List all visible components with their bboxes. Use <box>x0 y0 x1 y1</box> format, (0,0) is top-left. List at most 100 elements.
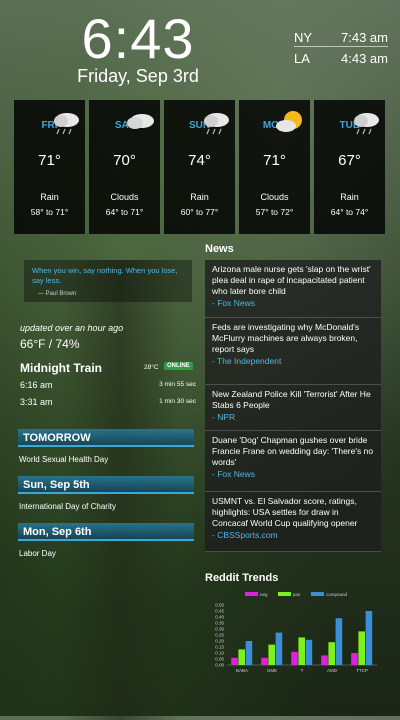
train-duration: 3 min 55 sec <box>159 381 196 388</box>
forecast-day: TUE 67° Rain 64° to 74° <box>314 100 385 234</box>
bar-pos <box>328 642 335 665</box>
y-tick-label: 0.30 <box>215 627 224 632</box>
x-tick-label: GME <box>267 668 277 673</box>
y-tick-label: 0.15 <box>215 645 224 650</box>
train-duration: 1 min 30 sec <box>159 398 196 405</box>
event-text: World Sexual Health Day <box>19 455 109 464</box>
forecast-condition: Rain <box>190 192 209 202</box>
forecast-range: 64° to 74° <box>330 207 369 217</box>
forecast-temp: 74° <box>188 152 211 169</box>
news-headline[interactable]: New Zealand Police Kill 'Terrorist' Afte… <box>212 389 374 411</box>
y-tick-label: 0.00 <box>215 663 224 668</box>
bar-pos <box>358 631 365 665</box>
y-tick-label: 0.05 <box>215 657 224 662</box>
legend-label: pos <box>293 592 301 597</box>
news-source[interactable]: - CBSSports.com <box>212 530 374 540</box>
forecast-range: 64° to 71° <box>105 207 144 217</box>
quote-card: When you win, say nothing. When you lose… <box>24 260 192 302</box>
event-heading: Sun, Sep 5th <box>18 476 194 494</box>
indoor-updated: updated over an hour ago <box>20 323 124 333</box>
news-title: News <box>205 243 234 255</box>
reddit-trends-chart: neg pos compound0.500.450.400.350.300.250.… <box>215 592 377 673</box>
news-item[interactable]: New Zealand Police Kill 'Terrorist' Afte… <box>205 385 381 431</box>
clock-time: 6:43 <box>81 7 195 70</box>
y-tick-label: 0.35 <box>215 621 224 626</box>
x-tick-label: TTCP <box>356 668 368 673</box>
train-temp: 28°C <box>144 364 159 371</box>
news-item[interactable]: USMNT vs. El Salvador score, ratings, hi… <box>205 492 381 552</box>
forecast-condition: Clouds <box>260 192 289 202</box>
y-tick-label: 0.25 <box>215 633 224 638</box>
status-badge: ONLINE <box>164 362 193 370</box>
bar-neg <box>261 657 268 665</box>
legend-swatch <box>311 592 324 596</box>
y-tick-label: 0.45 <box>215 609 224 614</box>
world-clock-city: NY <box>294 30 313 45</box>
bar-pos <box>268 644 275 665</box>
forecast-day: FRI 71° Rain 58° to 71° <box>14 100 85 234</box>
cloud-icon <box>127 114 154 129</box>
bar-compound <box>245 641 253 665</box>
forecast-condition: Clouds <box>110 192 139 202</box>
legend-label: neg <box>260 592 268 597</box>
forecast-temp: 71° <box>263 152 286 169</box>
news-headline[interactable]: USMNT vs. El Salvador score, ratings, hi… <box>212 496 374 529</box>
x-tick-label: AMD <box>327 668 338 673</box>
bar-pos <box>298 637 305 665</box>
forecast-temp: 70° <box>113 152 136 169</box>
y-tick-label: 0.10 <box>215 651 224 656</box>
news-source[interactable]: - The Independent <box>212 356 374 366</box>
news-source[interactable]: - Fox News <box>212 469 374 479</box>
y-tick-label: 0.40 <box>215 615 224 620</box>
quote-author: — Paul Brown <box>38 291 77 297</box>
forecast-condition: Rain <box>40 192 59 202</box>
indoor-reading: 66°F / 74% <box>20 337 80 351</box>
y-tick-label: 0.20 <box>215 639 224 644</box>
rain-cloud-icon <box>54 113 79 135</box>
world-clock-time: 7:43 am <box>341 30 388 45</box>
world-clock-city: LA <box>294 51 310 66</box>
bar-compound <box>275 632 283 665</box>
forecast-temp: 67° <box>338 152 361 169</box>
partly-cloudy-icon <box>276 111 302 132</box>
forecast-range: 60° to 77° <box>180 207 219 217</box>
news-item[interactable]: Arizona male nurse gets 'slap on the wri… <box>205 260 381 318</box>
train-row: 6:16 am 3 min 55 sec <box>20 380 196 390</box>
rain-cloud-icon <box>204 113 229 135</box>
legend-swatch <box>245 592 258 596</box>
train-row: 3:31 am 1 min 30 sec <box>20 397 196 407</box>
rain-cloud-icon <box>354 113 379 135</box>
bar-compound <box>335 618 343 665</box>
bar-pos <box>238 649 245 665</box>
event-heading: Mon, Sep 6th <box>18 523 194 541</box>
news-headline[interactable]: Feds are investigating why McDonald's Mc… <box>212 322 374 355</box>
event-text: Labor Day <box>19 549 56 558</box>
news-source[interactable]: - NPR <box>212 412 374 422</box>
bar-compound <box>305 639 313 665</box>
clock-date: Friday, Sep 3rd <box>77 66 199 86</box>
news-item[interactable]: Feds are investigating why McDonald's Mc… <box>205 318 381 385</box>
world-clock-divider <box>294 46 388 47</box>
world-clock-time: 4:43 am <box>341 51 388 66</box>
reddit-title: Reddit Trends <box>205 572 279 584</box>
quote-text: When you win, say nothing. When you lose… <box>32 266 178 285</box>
x-tick-label: BABA <box>236 668 248 673</box>
news-headline[interactable]: Arizona male nurse gets 'slap on the wri… <box>212 264 374 297</box>
forecast-day: SAT 70° Clouds 64° to 71° <box>89 100 160 234</box>
bar-neg <box>231 657 238 665</box>
y-tick-label: 0.50 <box>215 603 224 608</box>
forecast-day: SUN 74° Rain 60° to 77° <box>164 100 235 234</box>
train-time: 3:31 am <box>20 397 53 407</box>
event-heading: TOMORROW <box>18 429 194 447</box>
weather-forecast: FRI 71° Rain 58° to 71° SAT 70° Clouds 6… <box>14 100 386 234</box>
bar-neg <box>351 653 358 665</box>
forecast-condition: Rain <box>340 192 359 202</box>
news-source[interactable]: - Fox News <box>212 298 374 308</box>
news-item[interactable]: Duane 'Dog' Chapman gushes over bride Fr… <box>205 431 381 492</box>
x-tick-label: T <box>301 668 304 673</box>
news-headline[interactable]: Duane 'Dog' Chapman gushes over bride Fr… <box>212 435 374 468</box>
train-title: Midnight Train <box>20 361 102 375</box>
forecast-range: 57° to 72° <box>255 207 294 217</box>
train-time: 6:16 am <box>20 380 53 390</box>
legend-swatch <box>278 592 291 596</box>
